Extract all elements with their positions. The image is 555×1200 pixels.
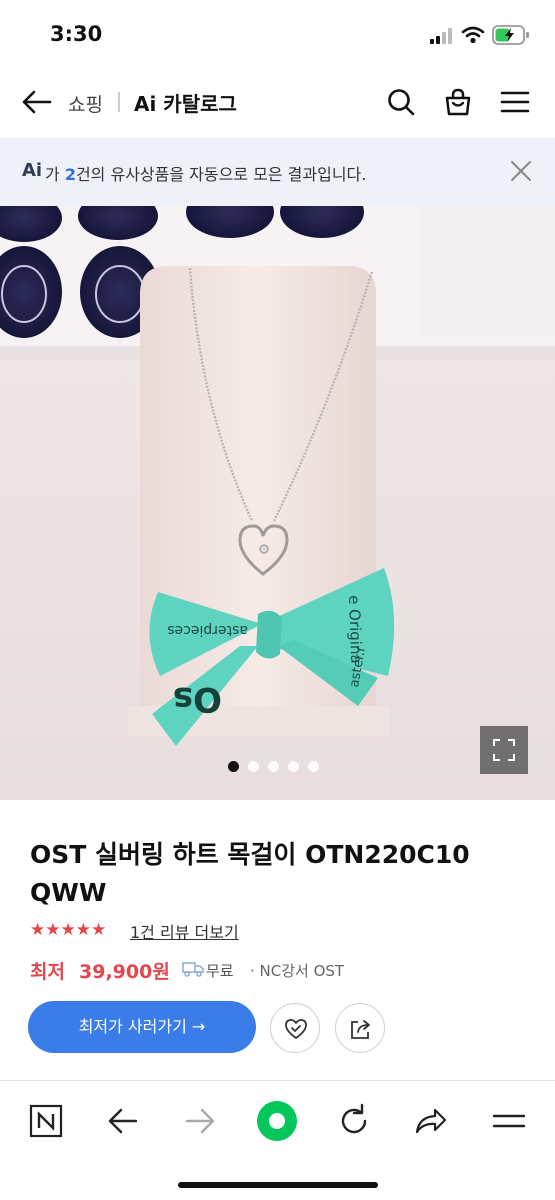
browser-back-icon[interactable]	[101, 1099, 145, 1143]
seller-name[interactable]: · NC강서 OST	[250, 960, 344, 981]
tabs-menu-icon[interactable]	[487, 1099, 531, 1143]
breadcrumb-divider	[118, 92, 120, 112]
banner-count: 2	[64, 165, 76, 184]
breadcrumb-shopping[interactable]: 쇼핑	[68, 90, 103, 117]
wishlist-button[interactable]	[270, 1003, 320, 1053]
lowest-price: 39,900원	[79, 961, 170, 983]
product-name: OST 실버링 하트 목걸이 OTN220C10 QWW	[30, 840, 470, 907]
refresh-icon[interactable]	[332, 1099, 376, 1143]
naver-home-icon[interactable]	[24, 1099, 68, 1143]
wifi-icon	[461, 26, 485, 44]
home-indicator[interactable]	[178, 1182, 378, 1188]
carousel-dot[interactable]	[288, 761, 299, 772]
status-bar: 3:30	[0, 0, 555, 70]
green-dot-icon[interactable]	[255, 1099, 299, 1143]
star-rating: ★★★★★	[30, 920, 107, 940]
status-time: 3:30	[50, 22, 103, 46]
product-photo: e Origina asterpieces aster.r Os	[0, 206, 555, 800]
price-label: 최저	[30, 961, 65, 983]
ai-similar-products-banner: Ai 가 2건의 유사상품을 자동으로 모은 결과입니다.	[0, 138, 555, 206]
product-image-carousel[interactable]: e Origina asterpieces aster.r Os	[0, 206, 555, 800]
share-arrow-icon[interactable]	[409, 1099, 453, 1143]
ai-mark: Ai	[22, 160, 43, 181]
search-icon[interactable]	[385, 86, 417, 118]
review-link[interactable]: 1건 리뷰 더보기	[130, 919, 239, 943]
close-icon[interactable]	[508, 158, 534, 184]
banner-text-prefix: 가	[45, 165, 65, 184]
carousel-dot[interactable]	[308, 761, 319, 772]
expand-icon	[493, 739, 515, 761]
buy-lowest-price-button[interactable]: 최저가 사러가기 →	[28, 1001, 256, 1053]
browser-forward-icon[interactable]	[178, 1099, 222, 1143]
banner-text: 가 2건의 유사상품을 자동으로 모은 결과입니다.	[45, 161, 366, 185]
ribbon-print-4: Os	[173, 679, 222, 719]
ribbon-print-2: asterpieces	[167, 622, 248, 638]
share-button[interactable]	[335, 1003, 385, 1053]
back-arrow-icon[interactable]	[20, 86, 52, 118]
carousel-dot[interactable]	[248, 761, 259, 772]
carousel-dot[interactable]	[228, 761, 239, 772]
shipping-fee: 무료	[206, 962, 234, 980]
page-title: Ai 카탈로그	[134, 92, 237, 116]
heart-check-icon	[285, 1019, 307, 1039]
shopping-bag-icon[interactable]	[442, 86, 474, 118]
top-nav-bar: 쇼핑 Ai 카탈로그	[0, 70, 555, 138]
cellular-signal-icon	[430, 28, 452, 44]
share-icon	[351, 1020, 370, 1039]
carousel-indicator	[228, 761, 319, 775]
banner-text-suffix: 건의 유사상품을 자동으로 모은 결과입니다.	[75, 165, 367, 184]
carousel-dot[interactable]	[268, 761, 279, 772]
hamburger-menu-icon[interactable]	[499, 86, 531, 118]
fullscreen-button[interactable]	[480, 726, 528, 774]
battery-charging-icon	[492, 25, 529, 45]
delivery-truck-icon	[182, 962, 204, 977]
